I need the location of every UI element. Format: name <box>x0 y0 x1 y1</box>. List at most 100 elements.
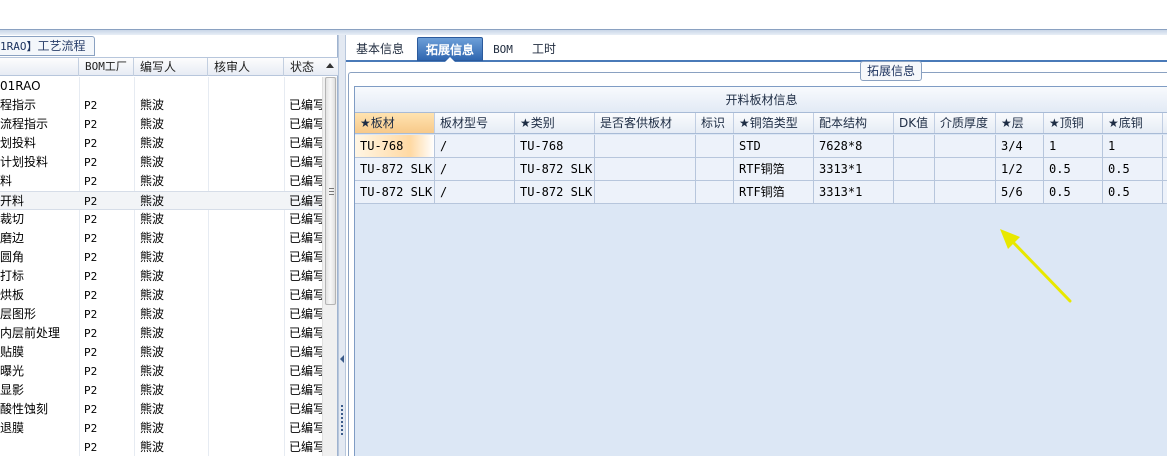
process-row[interactable]: 程指示 P2 熊波 已编写 <box>0 96 322 115</box>
column-header-name[interactable] <box>0 58 79 76</box>
grid-cell[interactable]: 3313*1 <box>814 158 894 180</box>
grid-cell[interactable] <box>696 181 734 203</box>
grid-cell[interactable]: 1 <box>1044 135 1103 157</box>
grid-column-header[interactable]: DK值 <box>894 113 935 133</box>
grid-cell[interactable]: / <box>435 135 515 157</box>
grid-column-header[interactable]: ★层 <box>996 113 1044 133</box>
grid-cell[interactable]: 0.5 <box>1103 158 1163 180</box>
grid-column-header[interactable]: ★底铜 <box>1103 113 1163 133</box>
grid-cell[interactable] <box>595 181 696 203</box>
process-row[interactable]: 烘板 P2 熊波 已编写 <box>0 286 322 305</box>
process-row[interactable]: 计划投料 P2 熊波 已编写 <box>0 153 322 172</box>
tab-bom[interactable]: BOM <box>487 37 519 61</box>
grid-cell[interactable]: 7628*8 <box>814 135 894 157</box>
grid-cell[interactable]: TU-872 SLK <box>515 158 595 180</box>
grid-column-header[interactable]: 介质厚度 <box>935 113 996 133</box>
process-row[interactable]: 显影 P2 熊波 已编写 <box>0 381 322 400</box>
grid-cell[interactable] <box>894 135 935 157</box>
writer-name: 熊波 <box>140 155 165 169</box>
tab-basic-info[interactable]: 基本信息 <box>349 37 411 61</box>
grid-column-header[interactable]: 是否客供板材 <box>595 113 696 133</box>
tab-extended-info[interactable]: 拓展信息 <box>417 37 483 62</box>
vertical-scrollbar[interactable] <box>322 77 337 456</box>
grid-column-header[interactable]: 标识 <box>696 113 734 133</box>
grid-cell[interactable] <box>696 158 734 180</box>
process-name: 贴膜 <box>0 345 25 359</box>
process-row[interactable]: P2 熊波 已编写 <box>0 438 322 456</box>
process-row[interactable]: 料 P2 熊波 已编写 <box>0 172 322 191</box>
grid-cell[interactable]: 3313*1 <box>814 181 894 203</box>
detail-panel: 基本信息 拓展信息 BOM 工时 拓展信息 开料板材信息 ★板材 板材型号 ★类别是… <box>346 35 1167 456</box>
tab-work-hours[interactable]: 工时 <box>525 37 563 61</box>
grid-caption: 开料板材信息 <box>355 87 1167 113</box>
process-row[interactable]: 退膜 P2 熊波 已编写 <box>0 419 322 438</box>
process-row[interactable]: 裁切 P2 熊波 已编写 <box>0 210 322 229</box>
process-flow-title-tab[interactable]: 1RAO】工艺流程 <box>0 36 95 56</box>
writer-name: 熊波 <box>140 174 165 188</box>
grid-cell[interactable]: / <box>435 158 515 180</box>
collapse-left-icon[interactable] <box>340 355 344 363</box>
grid-cell[interactable]: TU-872 SLK <box>355 158 435 180</box>
grid-cell[interactable]: TU-872 SLK <box>355 181 435 203</box>
grid-cell[interactable]: TU-768 <box>355 135 435 157</box>
column-header-status[interactable]: 状态 <box>284 58 322 76</box>
process-row[interactable]: 内层前处理 P2 熊波 已编写 <box>0 324 322 343</box>
grid-cell[interactable]: / <box>435 181 515 203</box>
grid-row[interactable]: TU-872 SLK / TU-872 SLK RTF铜箔 3313*1 1/2 0.5 0.… <box>355 158 1167 181</box>
process-row[interactable]: 层图形 P2 熊波 已编写 <box>0 305 322 324</box>
grid-row[interactable]: TU-768/TU-768 STD 7628*8 3/4 1 1 <box>355 135 1167 158</box>
grid-cell[interactable]: 0.5 <box>1044 158 1103 180</box>
grid-cell[interactable] <box>595 158 696 180</box>
process-row[interactable]: 打标 P2 熊波 已编写 <box>0 267 322 286</box>
bom-factory: P2 <box>84 441 98 454</box>
process-name: 层图形 <box>0 307 37 321</box>
grid-cell[interactable] <box>935 135 996 157</box>
grid-cell[interactable]: TU-872 SLK <box>515 181 595 203</box>
process-row[interactable]: 划投料 P2 熊波 已编写 <box>0 134 322 153</box>
process-row[interactable]: 圆角 P2 熊波 已编写 <box>0 248 322 267</box>
grid-cell[interactable]: RTF铜箔 <box>734 181 814 203</box>
grid-column-header[interactable]: 板材型号 <box>435 113 515 133</box>
grid-cell[interactable]: RTF铜箔 <box>734 158 814 180</box>
grid-row[interactable]: TU-872 SLK / TU-872 SLK RTF铜箔 3313*1 5/6 0.5 0.… <box>355 181 1167 204</box>
process-name: 圆角 <box>0 250 25 264</box>
grid-cell[interactable] <box>935 158 996 180</box>
grid-cell[interactable]: TU-768 <box>515 135 595 157</box>
process-row[interactable]: 曝光 P2 熊波 已编写 <box>0 362 322 381</box>
vertical-splitter[interactable] <box>338 35 346 456</box>
writer-name: 熊波 <box>140 231 165 245</box>
grid-cell[interactable]: 5/6 <box>996 181 1044 203</box>
column-header-bom[interactable]: BOM工厂 <box>79 58 134 76</box>
process-row[interactable]: 贴膜 P2 熊波 已编写 <box>0 343 322 362</box>
process-row[interactable]: 开料 P2 熊波 已编写 <box>0 191 322 210</box>
grid-cell[interactable] <box>894 158 935 180</box>
grid-cell[interactable]: 0.5 <box>1044 181 1103 203</box>
grid-cell[interactable]: 1/2 <box>996 158 1044 180</box>
tab-strip: 基本信息 拓展信息 BOM 工时 <box>346 35 1167 62</box>
grid-cell[interactable]: 0.5 <box>1103 181 1163 203</box>
bom-factory: P2 <box>84 195 98 208</box>
grid-column-header[interactable]: ★板材 <box>355 113 435 133</box>
process-row[interactable]: 01RAO <box>0 77 322 96</box>
column-header-checker[interactable]: 核审人 <box>208 58 284 76</box>
grid-column-header[interactable]: 配本结构 <box>814 113 894 133</box>
grid-cell[interactable]: 3/4 <box>996 135 1044 157</box>
grid-cell[interactable] <box>935 181 996 203</box>
grid-cell[interactable] <box>696 135 734 157</box>
column-header-writer[interactable]: 编写人 <box>134 58 208 76</box>
grid-column-header[interactable]: ★顶铜 <box>1044 113 1103 133</box>
grid-column-header[interactable]: ★类别 <box>515 113 595 133</box>
writer-name: 熊波 <box>140 212 165 226</box>
process-row[interactable]: 磨边 P2 熊波 已编写 <box>0 229 322 248</box>
bom-factory: P2 <box>84 365 98 378</box>
grid-cell[interactable]: 1 <box>1103 135 1163 157</box>
scroll-up-button[interactable] <box>322 57 337 76</box>
scrollbar-thumb[interactable] <box>325 77 336 305</box>
process-row[interactable]: 流程指示 P2 熊波 已编写 <box>0 115 322 134</box>
grid-column-header[interactable]: ★铜箔类型 <box>734 113 814 133</box>
process-name: 计划投料 <box>0 155 49 169</box>
grid-cell[interactable]: STD <box>734 135 814 157</box>
grid-cell[interactable] <box>595 135 696 157</box>
process-row[interactable]: 酸性蚀刻 P2 熊波 已编写 <box>0 400 322 419</box>
grid-cell[interactable] <box>894 181 935 203</box>
